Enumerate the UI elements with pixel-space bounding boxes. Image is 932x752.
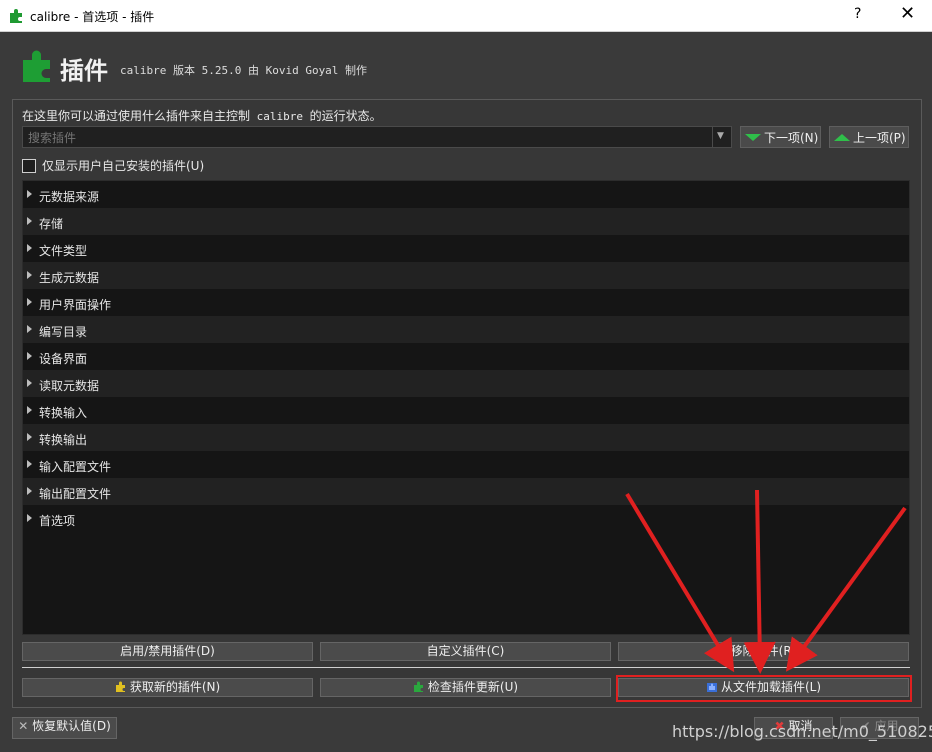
- red-arrow-middle: [743, 489, 776, 674]
- red-arrow-left: [625, 492, 735, 673]
- annotation-arrows: [625, 489, 907, 674]
- red-arrow-right: [785, 506, 907, 672]
